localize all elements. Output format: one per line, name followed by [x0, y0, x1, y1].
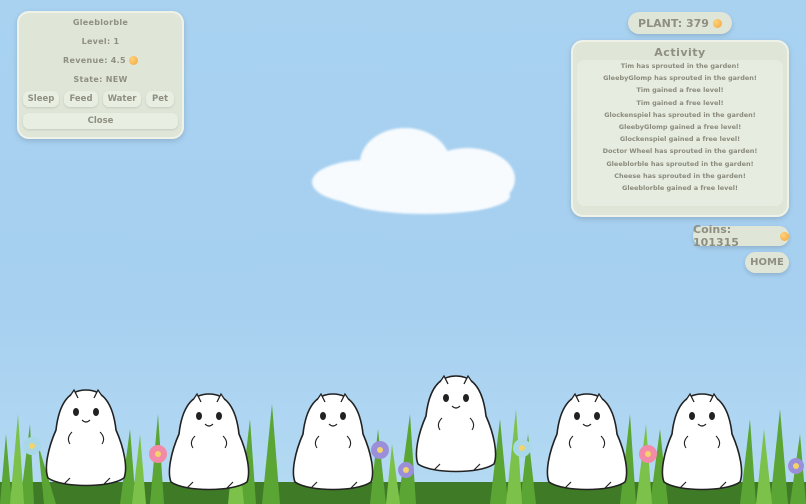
- close-button[interactable]: Close: [23, 113, 178, 129]
- activity-entry: Doctor Wheel has sprouted in the garden!: [602, 147, 758, 156]
- sleep-button[interactable]: Sleep: [23, 91, 59, 107]
- coin-icon: [780, 231, 789, 241]
- plant-label: PLANT: 379: [638, 16, 709, 30]
- hamster-level: Level: 1: [81, 37, 120, 46]
- activity-entry: Glockenspiel gained a free level!: [619, 135, 741, 144]
- activity-log[interactable]: Tim has sprouted in the garden! GleebyGlo…: [577, 60, 783, 206]
- activity-entry: GleebyGlomp has sprouted in the garden!: [603, 74, 757, 83]
- hamster-pet[interactable]: [289, 390, 377, 494]
- hamster-info-panel: Gleeblorble Level: 1 Revenue: 4.5 State:…: [17, 11, 184, 139]
- activity-entry: Tim gained a free level!: [636, 86, 724, 95]
- activity-entry: Tim gained a free level!: [636, 98, 724, 107]
- hamster-pet[interactable]: [42, 386, 130, 490]
- hamster-revenue-row: Revenue: 4.5: [17, 51, 184, 70]
- hamster-revenue: Revenue: 4.5: [63, 56, 126, 65]
- coin-icon: [128, 56, 138, 65]
- hamster-pet[interactable]: [658, 390, 746, 494]
- hamster-state: State: NEW: [73, 75, 128, 84]
- coins-label: Coins: 101315: [693, 223, 739, 249]
- plant-counter: PLANT: 379: [628, 12, 732, 34]
- feed-button[interactable]: Feed: [64, 91, 98, 107]
- pet-button[interactable]: Pet: [146, 91, 174, 107]
- action-buttons: Sleep Feed Water Pet: [17, 91, 184, 107]
- hamster-name: Gleeblorble: [72, 18, 129, 27]
- activity-entry: Gleeblorble gained a free level!: [622, 183, 738, 192]
- activity-entry: GleebyGlomp gained a free level!: [618, 122, 742, 131]
- hamster-pet[interactable]: [412, 372, 500, 476]
- water-button[interactable]: Water: [103, 91, 141, 107]
- activity-entry: Glockenspiel has sprouted in the garden!: [604, 110, 756, 119]
- home-label: HOME: [750, 257, 784, 268]
- coin-icon: [712, 18, 722, 28]
- activity-entry: Cheese has sprouted in the garden!: [614, 171, 746, 180]
- hamster-pet[interactable]: [543, 390, 631, 494]
- activity-entry: Gleeblorble has sprouted in the garden!: [606, 159, 754, 168]
- home-button[interactable]: HOME: [745, 252, 789, 273]
- activity-panel: Activity Tim has sprouted in the garden!…: [571, 40, 789, 217]
- coins-counter: Coins: 101315: [693, 223, 789, 249]
- activity-entry: Tim has sprouted in the garden!: [620, 62, 740, 70]
- activity-title: Activity: [654, 46, 706, 59]
- hamster-pet[interactable]: [165, 390, 253, 494]
